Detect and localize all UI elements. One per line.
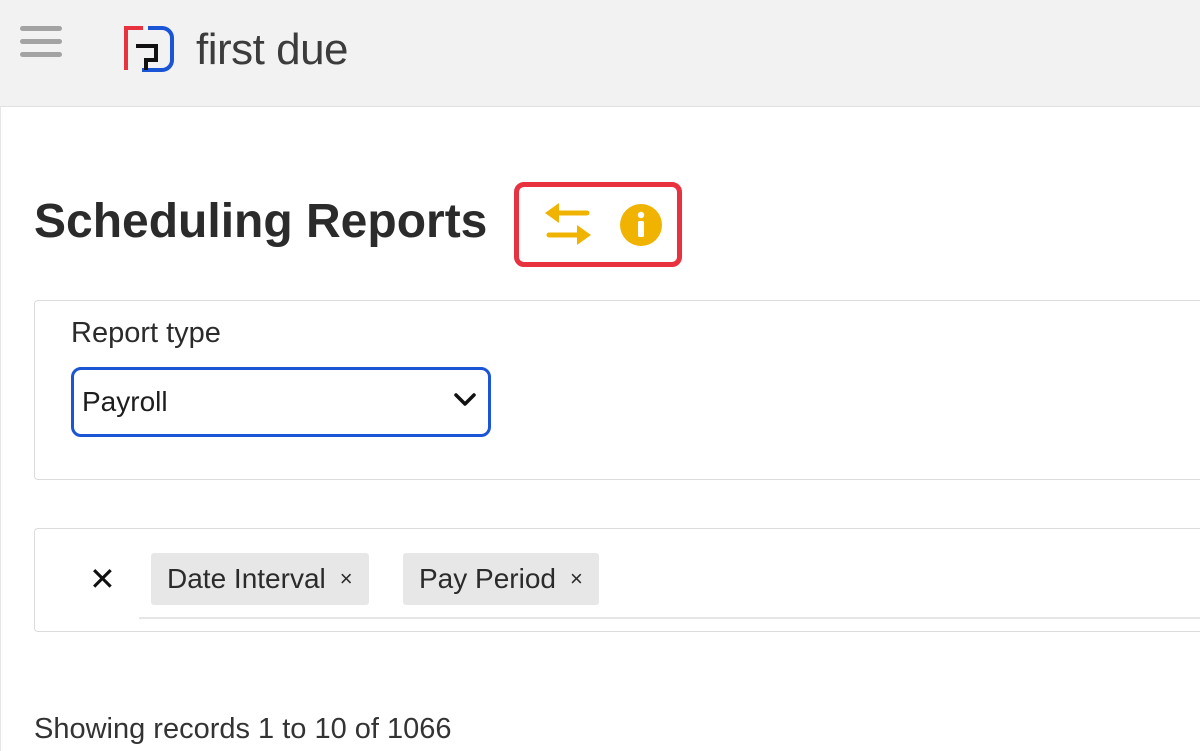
clear-all-filters-icon[interactable]: ✕ xyxy=(89,559,119,599)
remove-tag-icon[interactable]: × xyxy=(570,566,583,592)
content-edge xyxy=(0,107,1,751)
tags-input-underline xyxy=(139,617,1200,619)
info-icon[interactable] xyxy=(619,203,663,247)
page-title: Scheduling Reports xyxy=(34,195,488,248)
report-type-value: Payroll xyxy=(82,386,168,417)
hamburger-icon[interactable] xyxy=(20,26,64,60)
title-actions-highlight xyxy=(514,182,682,267)
logo-text[interactable]: first due xyxy=(196,24,349,76)
report-filter-panel: Report type Payroll xyxy=(34,300,1200,480)
hamburger-line xyxy=(20,26,62,31)
first-due-logo-icon[interactable] xyxy=(122,24,176,74)
filter-tag-label: Pay Period xyxy=(419,563,556,594)
top-bar: first due xyxy=(0,0,1200,107)
report-type-select[interactable]: Payroll xyxy=(71,367,491,437)
active-filters-panel: ✕ Date Interval × Pay Period × xyxy=(34,528,1200,632)
remove-tag-icon[interactable]: × xyxy=(340,566,353,592)
records-info: Showing records 1 to 10 of 1066 xyxy=(34,713,452,745)
filter-tag-label: Date Interval xyxy=(167,563,326,594)
chevron-down-icon xyxy=(454,393,476,406)
swap-arrows-icon[interactable] xyxy=(543,199,593,249)
hamburger-line xyxy=(20,39,62,44)
filter-tag-date-interval: Date Interval × xyxy=(151,553,369,605)
report-type-label: Report type xyxy=(71,317,221,349)
filter-tag-pay-period: Pay Period × xyxy=(403,553,599,605)
hamburger-line xyxy=(20,52,62,57)
